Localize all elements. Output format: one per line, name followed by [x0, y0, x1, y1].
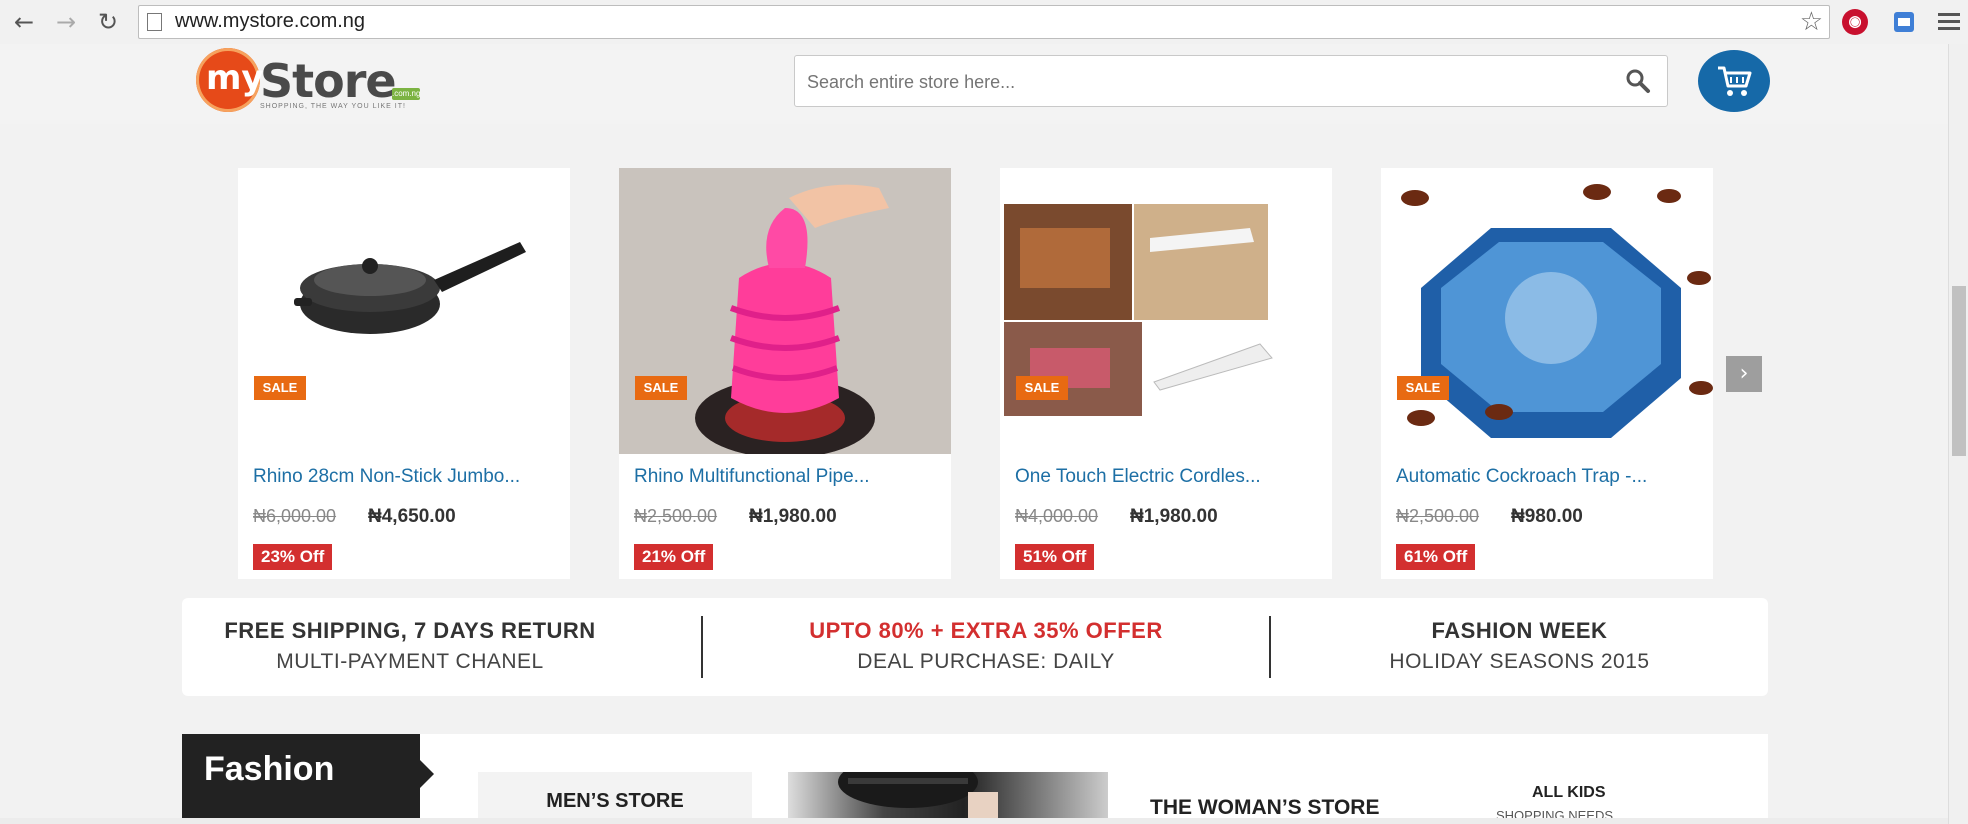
new-price: ₦980.00	[1511, 506, 1583, 527]
mens-store-link[interactable]: MEN’S STORE	[478, 772, 752, 824]
forward-arrow-icon[interactable]: →	[52, 8, 80, 36]
logo-my-text: my	[206, 58, 264, 98]
product-card[interactable]: SALE Rhino 28cm Non-Stick Jumbo... ₦6,00…	[238, 168, 570, 579]
address-bar[interactable]: www.mystore.com.ng ☆	[138, 5, 1830, 39]
discount-badge: 61% Off	[1396, 544, 1476, 570]
sale-badge: SALE	[254, 376, 306, 400]
search-icon[interactable]	[1625, 68, 1651, 94]
star-icon[interactable]: ☆	[1800, 7, 1823, 37]
discount-badge: 51% Off	[1015, 544, 1095, 570]
mystore-logo[interactable]: my Store .com.ng SHOPPING, THE WAY YOU L…	[196, 48, 426, 116]
discount-badge: 21% Off	[634, 544, 714, 570]
old-price: ₦2,500.00	[634, 506, 718, 526]
promo-fashion-week: FASHION WEEK HOLIDAY SEASONS 2015	[1271, 598, 1768, 696]
kids-store-label[interactable]: ALL KIDS	[1532, 784, 1605, 802]
fashion-heading: Fashion	[182, 734, 434, 824]
search-input[interactable]	[805, 66, 1609, 98]
product-image-cockroach-trap[interactable]	[1381, 168, 1713, 454]
promo-banner: FREE SHIPPING, 7 DAYS RETURN MULTI-PAYME…	[182, 598, 1768, 696]
logo-store-text: Store	[260, 54, 397, 108]
page-scrollbar[interactable]	[1948, 44, 1968, 824]
carousel-next-arrow-icon[interactable]: ›	[1726, 356, 1762, 392]
product-name-link[interactable]: Automatic Cockroach Trap -...	[1396, 466, 1647, 488]
sale-badge: SALE	[1397, 376, 1449, 400]
browser-toolbar: ← → ↻ www.mystore.com.ng ☆ ◉	[0, 0, 1968, 45]
new-price: ₦4,650.00	[368, 506, 456, 527]
search-box	[794, 55, 1668, 107]
back-arrow-icon[interactable]: ←	[10, 8, 38, 36]
promo-offer: UPTO 80% + EXTRA 35% OFFER DEAL PURCHASE…	[703, 598, 1269, 696]
promo-title: FASHION WEEK	[1431, 618, 1608, 643]
product-card[interactable]: SALE Rhino Multifunctional Pipe... ₦2,50…	[619, 168, 951, 579]
old-price: ₦4,000.00	[1015, 506, 1099, 526]
discount-badge: 23% Off	[253, 544, 333, 570]
bottom-strip	[0, 818, 1948, 824]
shopping-cart-icon	[1718, 66, 1752, 96]
new-price: ₦1,980.00	[1130, 506, 1218, 527]
extension-red-icon[interactable]: ◉	[1842, 9, 1868, 35]
promo-title: FREE SHIPPING, 7 DAYS RETURN	[224, 618, 596, 643]
product-image-pink-plunger[interactable]	[619, 168, 951, 454]
woman-store-label[interactable]: THE WOMAN’S STORE	[1150, 796, 1379, 820]
product-name-link[interactable]: Rhino 28cm Non-Stick Jumbo...	[253, 466, 520, 488]
old-price: ₦2,500.00	[1396, 506, 1480, 526]
page-icon	[147, 13, 162, 31]
fashion-title: Fashion	[204, 750, 335, 788]
new-price: ₦1,980.00	[749, 506, 837, 527]
product-carousel: SALE Rhino 28cm Non-Stick Jumbo... ₦6,00…	[0, 168, 1948, 580]
product-name-link[interactable]: One Touch Electric Cordles...	[1015, 466, 1261, 488]
reload-icon[interactable]: ↻	[94, 8, 122, 36]
logo-tagline: SHOPPING, THE WAY YOU LIKE IT!	[260, 103, 406, 110]
sale-badge: SALE	[1016, 376, 1068, 400]
url-text[interactable]: www.mystore.com.ng	[175, 10, 365, 33]
extension-blue-icon[interactable]	[1890, 8, 1918, 36]
promo-subtitle: HOLIDAY SEASONS 2015	[1389, 650, 1650, 673]
promo-subtitle: MULTI-PAYMENT CHANEL	[276, 650, 544, 673]
product-name-link[interactable]: Rhino Multifunctional Pipe...	[634, 466, 870, 488]
promo-title: UPTO 80% + EXTRA 35% OFFER	[809, 618, 1163, 643]
sale-badge: SALE	[635, 376, 687, 400]
mens-store-label: MEN’S STORE	[546, 790, 684, 812]
shopping-cart-button[interactable]	[1698, 50, 1770, 112]
promo-subtitle: DEAL PURCHASE: DAILY	[857, 650, 1115, 673]
fashion-section: Fashion MEN’S STORE THE WOMAN’S STORE AL…	[182, 734, 1768, 824]
woman-store-image[interactable]	[788, 772, 1108, 824]
product-image-frying-pan[interactable]	[238, 168, 570, 454]
old-price: ₦6,000.00	[253, 506, 337, 526]
promo-shipping: FREE SHIPPING, 7 DAYS RETURN MULTI-PAYME…	[182, 598, 638, 696]
hamburger-menu-icon[interactable]	[1938, 10, 1960, 32]
logo-tld-badge: .com.ng	[392, 88, 421, 100]
product-image-electric-knife[interactable]	[1000, 168, 1332, 454]
scrollbar-thumb[interactable]	[1952, 286, 1966, 456]
product-card[interactable]: SALE One Touch Electric Cordles... ₦4,00…	[1000, 168, 1332, 579]
product-card[interactable]: SALE Automatic Cockroach Trap -... ₦2,50…	[1381, 168, 1713, 579]
